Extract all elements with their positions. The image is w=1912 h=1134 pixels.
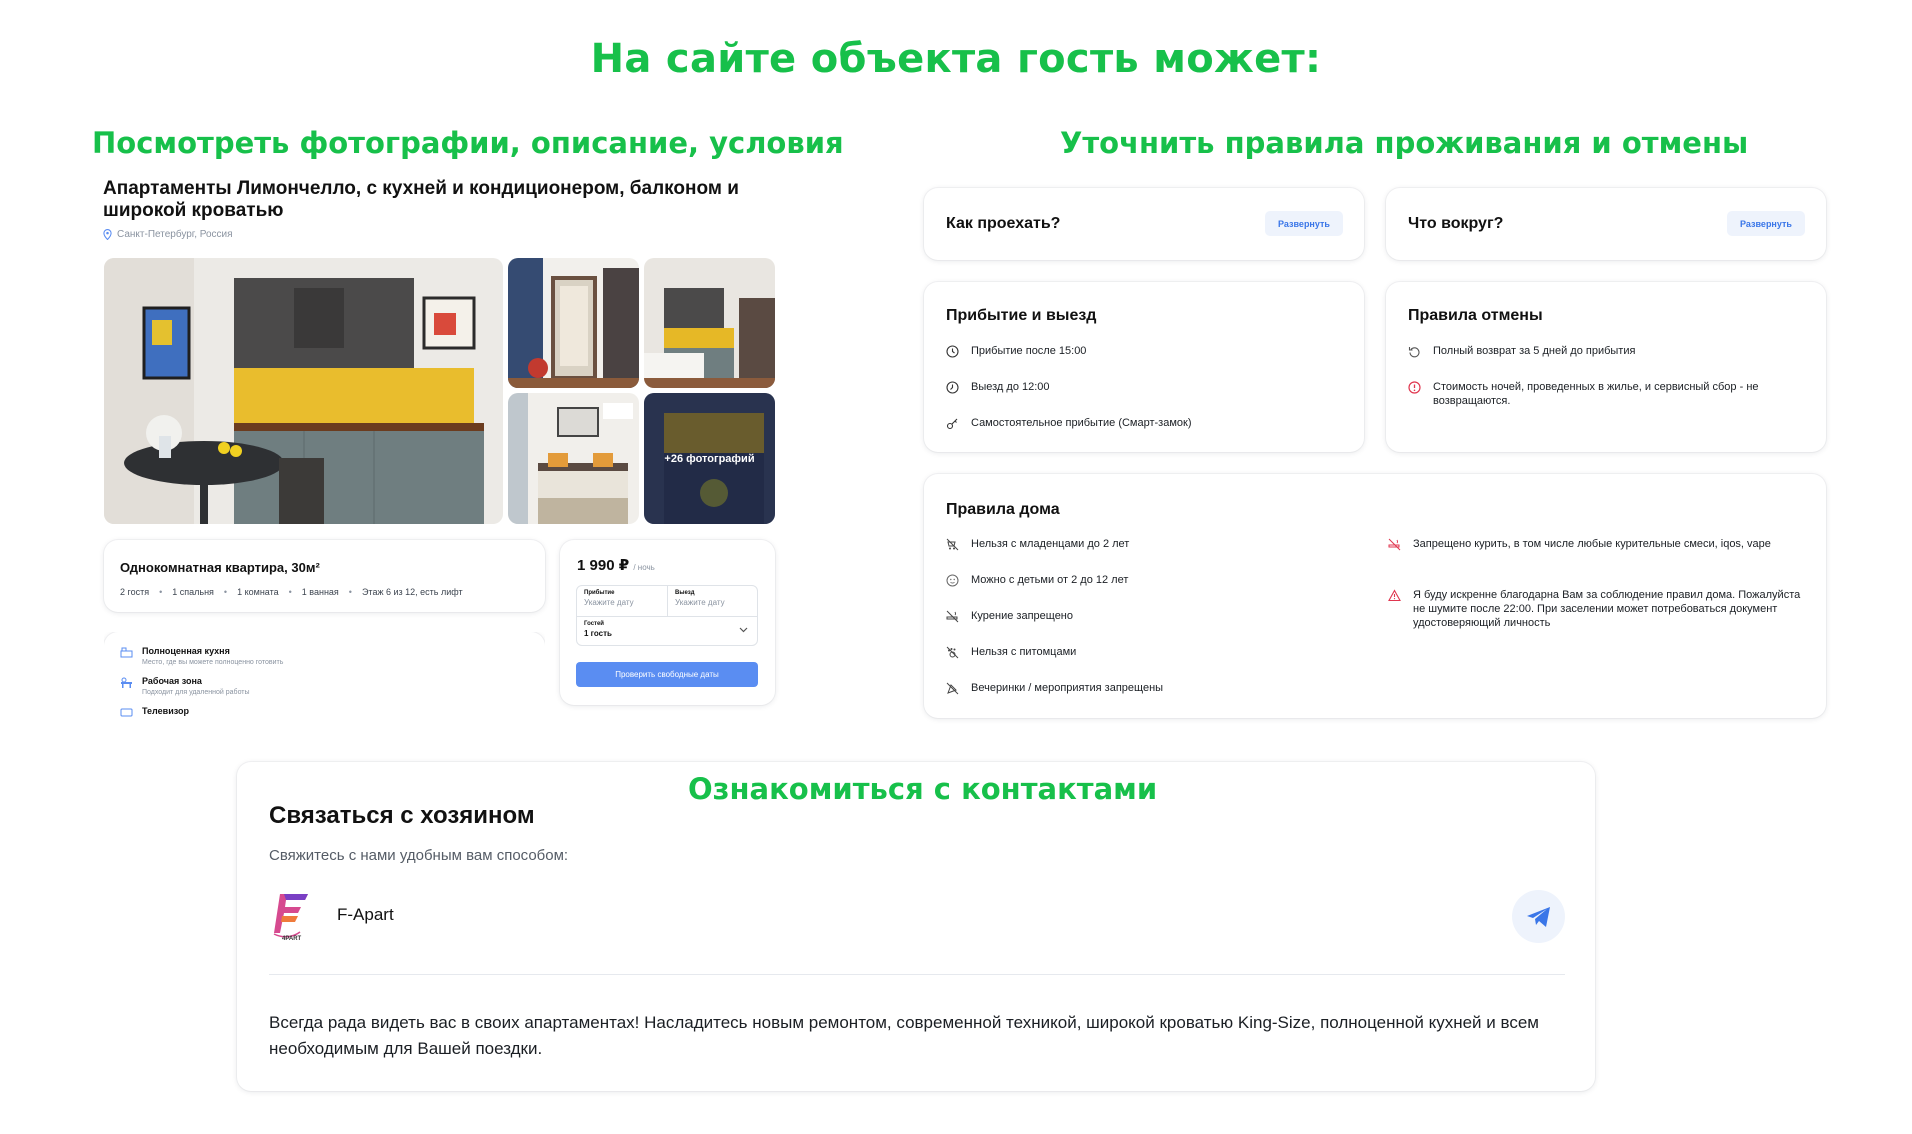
photo-hallway[interactable] (508, 258, 639, 388)
arrival-title: Прибытие и выезд (946, 307, 1097, 324)
no-smoking-icon (946, 610, 959, 623)
amenity-tv: Телевизор (120, 706, 283, 718)
rule-no-infants: Нельзя с младенцами до 2 лет (946, 537, 1129, 551)
spec-floor: Этаж 6 из 12, есть лифт (361, 587, 463, 597)
warning-triangle-icon (1388, 589, 1401, 602)
child-face-icon (946, 574, 959, 587)
photo-main[interactable] (104, 258, 503, 524)
contact-subtitle: Свяжитесь с нами удобным вам способом: (269, 847, 569, 864)
location-pin-icon (103, 229, 112, 240)
cancel-item-refund: Полный возврат за 5 дней до прибытия (1408, 344, 1808, 358)
expand-how-to-get-button[interactable]: Развернуть (1265, 211, 1343, 236)
departure-item: Выезд до 12:00 (946, 380, 1050, 394)
spec-bedrooms: 1 спальня (172, 587, 214, 597)
listing-title: Апартаменты Лимончелло, с кухней и конди… (103, 178, 739, 221)
whats-around-title: Что вокруг? (1408, 215, 1504, 232)
apartment-specs: 2 гостя • 1 спальня • 1 комната • 1 ванная •… (120, 587, 463, 597)
checkin-field[interactable]: Прибытие Укажите дату (577, 586, 667, 611)
spec-guests: 2 гостя (120, 587, 150, 597)
apartment-type: Однокомнатная квартира, 30м² (120, 560, 320, 575)
whats-around-card[interactable]: Что вокруг? Развернуть (1386, 188, 1826, 260)
host-description: Всегда рада видеть вас в своих апартамен… (269, 1013, 1539, 1058)
contact-title: Связаться с хозяином (269, 802, 535, 829)
telegram-button[interactable] (1512, 890, 1565, 943)
clock-out-icon (946, 381, 959, 394)
no-stroller-icon (946, 538, 959, 551)
cancel-title: Правила отмены (1408, 307, 1543, 324)
logo-text: 4PART (282, 936, 302, 942)
clock-icon (946, 345, 959, 358)
how-to-get-title: Как проехать? (946, 215, 1061, 232)
apartment-info-card: Однокомнатная квартира, 30м² 2 гостя • 1 … (104, 540, 545, 612)
house-rules-title: Правила дома (946, 501, 1060, 518)
expand-whats-around-button[interactable]: Развернуть (1727, 211, 1805, 236)
listing-location[interactable]: Санкт-Петербург, Россия (103, 229, 233, 240)
refund-icon (1408, 347, 1420, 358)
alert-icon (1408, 381, 1421, 394)
no-party-icon (946, 682, 959, 695)
booking-form: Прибытие Укажите дату Выезд Укажите дату… (576, 585, 758, 646)
photo-more[interactable]: +26 фотографий (644, 393, 775, 524)
section-title-photos: Посмотреть фотографии, описание, условия (92, 126, 844, 160)
self-checkin-item: Самостоятельное прибытие (Смарт-замок) (946, 416, 1192, 430)
how-to-get-card[interactable]: Как проехать? Развернуть (924, 188, 1364, 260)
divider (269, 974, 1565, 975)
spec-bathrooms: 1 ванная (301, 587, 339, 597)
amenities-card: Полноценная кухня Место, где вы можете по… (104, 632, 545, 732)
location-text: Санкт-Петербург, Россия (117, 229, 233, 240)
workspace-icon (121, 677, 132, 688)
checkout-field[interactable]: Выезд Укажите дату (668, 586, 758, 611)
rule-no-pets: Нельзя с питомцами (946, 645, 1076, 659)
booking-card: 1 990 ₽ / ночь Прибытие Укажите дату Вые… (560, 540, 775, 705)
key-icon (946, 418, 958, 430)
section-title-contacts: Ознакомиться с контактами (688, 772, 1158, 806)
guests-select[interactable]: Гостей 1 гость (577, 617, 759, 642)
cancel-item-nonrefundable: Стоимость ночей, проведенных в жилье, и … (1408, 380, 1808, 408)
rule-children-allowed: Можно с детьми от 2 до 12 лет (946, 573, 1128, 587)
arrival-item: Прибытие после 15:00 (946, 344, 1086, 358)
rule-no-smoking: Курение запрещено (946, 609, 1073, 623)
host-name: F-Apart (337, 905, 394, 924)
spec-rooms: 1 комната (237, 587, 279, 597)
arrival-card: Прибытие и выезд Прибытие после 15:00 Вы… (924, 282, 1364, 452)
section-title-rules: Уточнить правила проживания и отмены (1060, 126, 1749, 160)
no-smoking-red-icon (1388, 538, 1401, 551)
main-title: На сайте объекта гость может: (590, 36, 1322, 82)
telegram-icon (1526, 906, 1550, 927)
amenity-workspace: Рабочая зона Подходит для удаленной работ… (120, 676, 283, 696)
rule-no-parties: Вечеринки / мероприятия запрещены (946, 681, 1163, 695)
chevron-down-icon (739, 627, 748, 633)
kitchen-icon (120, 647, 133, 658)
more-photos-label: +26 фотографий (644, 393, 775, 524)
rule-no-smoking-details: Запрещено курить, в том числе любые кури… (1388, 537, 1804, 551)
photo-bedroom[interactable] (508, 393, 639, 524)
amenity-kitchen: Полноценная кухня Место, где вы можете по… (120, 646, 283, 666)
rule-host-note: Я буду искренне благодарна Вам за соблюд… (1388, 588, 1804, 630)
house-rules-card: Правила дома Нельзя с младенцами до 2 ле… (924, 474, 1826, 718)
host-logo: 4PART (273, 894, 308, 942)
no-pets-icon (946, 646, 959, 659)
photo-living[interactable] (644, 258, 775, 388)
amenities-clip: Полноценная кухня Место, где вы можете по… (104, 632, 545, 732)
tv-icon (120, 708, 133, 717)
check-dates-button[interactable]: Проверить свободные даты (576, 662, 758, 687)
cancel-card: Правила отмены Полный возврат за 5 дней … (1386, 282, 1826, 452)
price: 1 990 ₽ / ночь (577, 557, 655, 574)
